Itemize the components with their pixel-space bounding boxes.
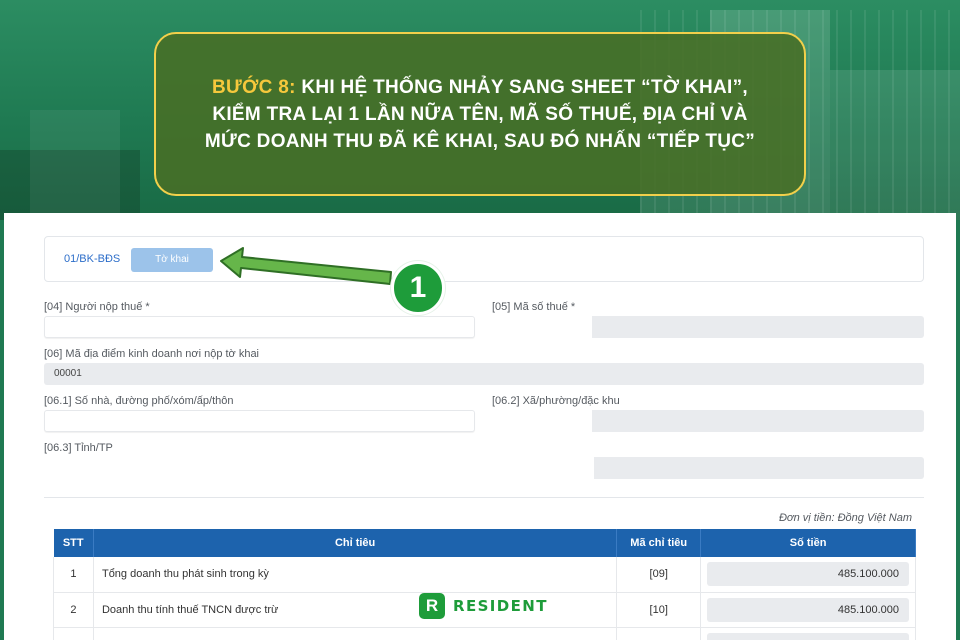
revenue-table: STT Chỉ tiêu Mã chỉ tiêu Số tiền 1 Tổng … [53, 529, 916, 640]
step-number-badge: 1 [391, 261, 445, 315]
resident-logo: R RESIDENT [419, 593, 548, 619]
business-location-input[interactable]: 00001 [44, 363, 924, 385]
province-filled [44, 457, 594, 479]
table-header-row: STT Chỉ tiêu Mã chỉ tiêu Số tiền [53, 529, 916, 557]
banner-step: BƯỚC 8: [212, 76, 296, 98]
province-label: [06.3] Tỉnh/TP [44, 442, 113, 454]
row-amount-cell: 485.100.000 [700, 592, 916, 628]
tab-bk-bds[interactable]: 01/BK-BĐS [64, 253, 120, 265]
row-stt: 1 [53, 557, 94, 593]
header-chi-tieu: Chỉ tiêu [93, 529, 618, 557]
business-location-value: 00001 [54, 368, 82, 379]
row-stt [53, 627, 94, 640]
business-location-label: [06] Mã địa điểm kinh doanh nơi nộp tờ k… [44, 348, 259, 360]
resident-logo-icon: R [419, 593, 445, 619]
ward-input[interactable] [492, 410, 924, 432]
row-amount-input[interactable]: 485.100.000 [707, 597, 909, 622]
form-panel: 01/BK-BĐS Tờ khai 1 [04] Người nộp thuế … [4, 213, 956, 640]
ward-filled [492, 410, 592, 432]
row-code [616, 627, 702, 640]
banner-text-1: KHI HỆ THỐNG NHẢY SANG SHEET “TỜ KHAI”, [301, 76, 748, 98]
sheet-tabs: 01/BK-BĐS Tờ khai [44, 236, 924, 282]
ward-label: [06.2] Xã/phường/đặc khu [492, 395, 620, 407]
instruction-banner: BƯỚC 8: KHI HỆ THỐNG NHẢY SANG SHEET “TỜ… [154, 32, 806, 196]
table-row [53, 627, 916, 640]
background-building [30, 110, 120, 220]
row-amount-input[interactable] [707, 632, 909, 640]
row-name [93, 627, 618, 640]
street-label: [06.1] Số nhà, đường phố/xóm/ấp/thôn [44, 395, 234, 407]
row-code: [09] [616, 557, 702, 593]
banner-line-1: BƯỚC 8: KHI HỆ THỐNG NHẢY SANG SHEET “TỜ… [212, 74, 748, 101]
row-amount-cell [700, 627, 916, 640]
currency-note: Đơn vị tiền: Đồng Việt Nam [778, 512, 912, 524]
tax-code-filled [492, 316, 592, 338]
row-name: Tổng doanh thu phát sinh trong kỳ [93, 557, 618, 593]
header-so-tien: Số tiền [700, 529, 916, 557]
row-code: [10] [616, 592, 702, 628]
taxpayer-input[interactable] [44, 316, 475, 338]
banner-line-2: KIỂM TRA LẠI 1 LẦN NỮA TÊN, MÃ SỐ THUẾ, … [212, 103, 748, 125]
row-amount-input[interactable]: 485.100.000 [707, 562, 909, 587]
banner-line-3: MỨC DOANH THU ĐÃ KÊ KHAI, SAU ĐÓ NHẤN “T… [204, 130, 756, 152]
row-stt: 2 [53, 592, 94, 628]
tax-code-input[interactable] [492, 316, 924, 338]
tax-code-label: [05] Mã số thuế * [492, 301, 576, 313]
resident-logo-text: RESIDENT [453, 597, 548, 615]
section-divider [44, 497, 924, 498]
row-amount-cell: 485.100.000 [700, 557, 916, 593]
province-input[interactable] [44, 457, 924, 479]
header-ma-chi-tieu: Mã chỉ tiêu [616, 529, 702, 557]
table-row: 1 Tổng doanh thu phát sinh trong kỳ [09]… [53, 557, 916, 593]
tab-to-khai[interactable]: Tờ khai [131, 248, 213, 272]
pointer-arrow-icon [220, 247, 392, 285]
taxpayer-label: [04] Người nộp thuế * [44, 301, 150, 313]
header-stt: STT [53, 529, 94, 557]
street-input[interactable] [44, 410, 475, 432]
